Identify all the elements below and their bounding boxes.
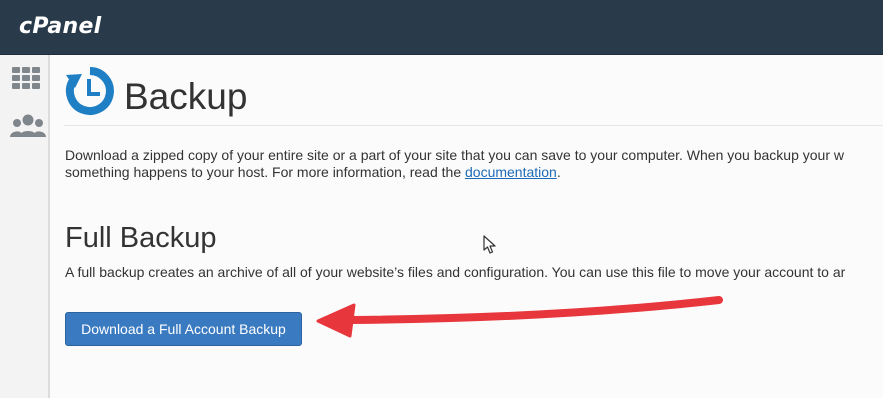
full-backup-description: A full backup creates an archive of all … bbox=[65, 264, 846, 280]
backup-clock-icon bbox=[64, 65, 116, 117]
top-bar: cPanel bbox=[0, 0, 883, 55]
documentation-link[interactable]: documentation bbox=[465, 164, 557, 180]
intro-line-1: Download a zipped copy of your entire si… bbox=[65, 147, 844, 163]
full-backup-heading: Full Backup bbox=[65, 222, 217, 254]
grid-icon[interactable] bbox=[10, 65, 42, 93]
intro-text: Download a zipped copy of your entire si… bbox=[65, 147, 883, 181]
page-title: Backup bbox=[124, 76, 248, 117]
users-icon[interactable] bbox=[10, 112, 46, 140]
main-content: Backup Download a zipped copy of your en… bbox=[50, 55, 883, 398]
intro-line-2: something happens to your host. For more… bbox=[65, 164, 883, 181]
intro-line-2-end: . bbox=[556, 164, 561, 180]
cpanel-logo[interactable]: cPanel bbox=[19, 13, 102, 41]
download-full-backup-button[interactable]: Download a Full Account Backup bbox=[65, 312, 302, 346]
mouse-cursor-icon bbox=[483, 235, 497, 255]
divider bbox=[64, 125, 883, 126]
sidebar bbox=[0, 55, 50, 398]
intro-line-2-text: something happens to your host. For more… bbox=[65, 164, 465, 180]
